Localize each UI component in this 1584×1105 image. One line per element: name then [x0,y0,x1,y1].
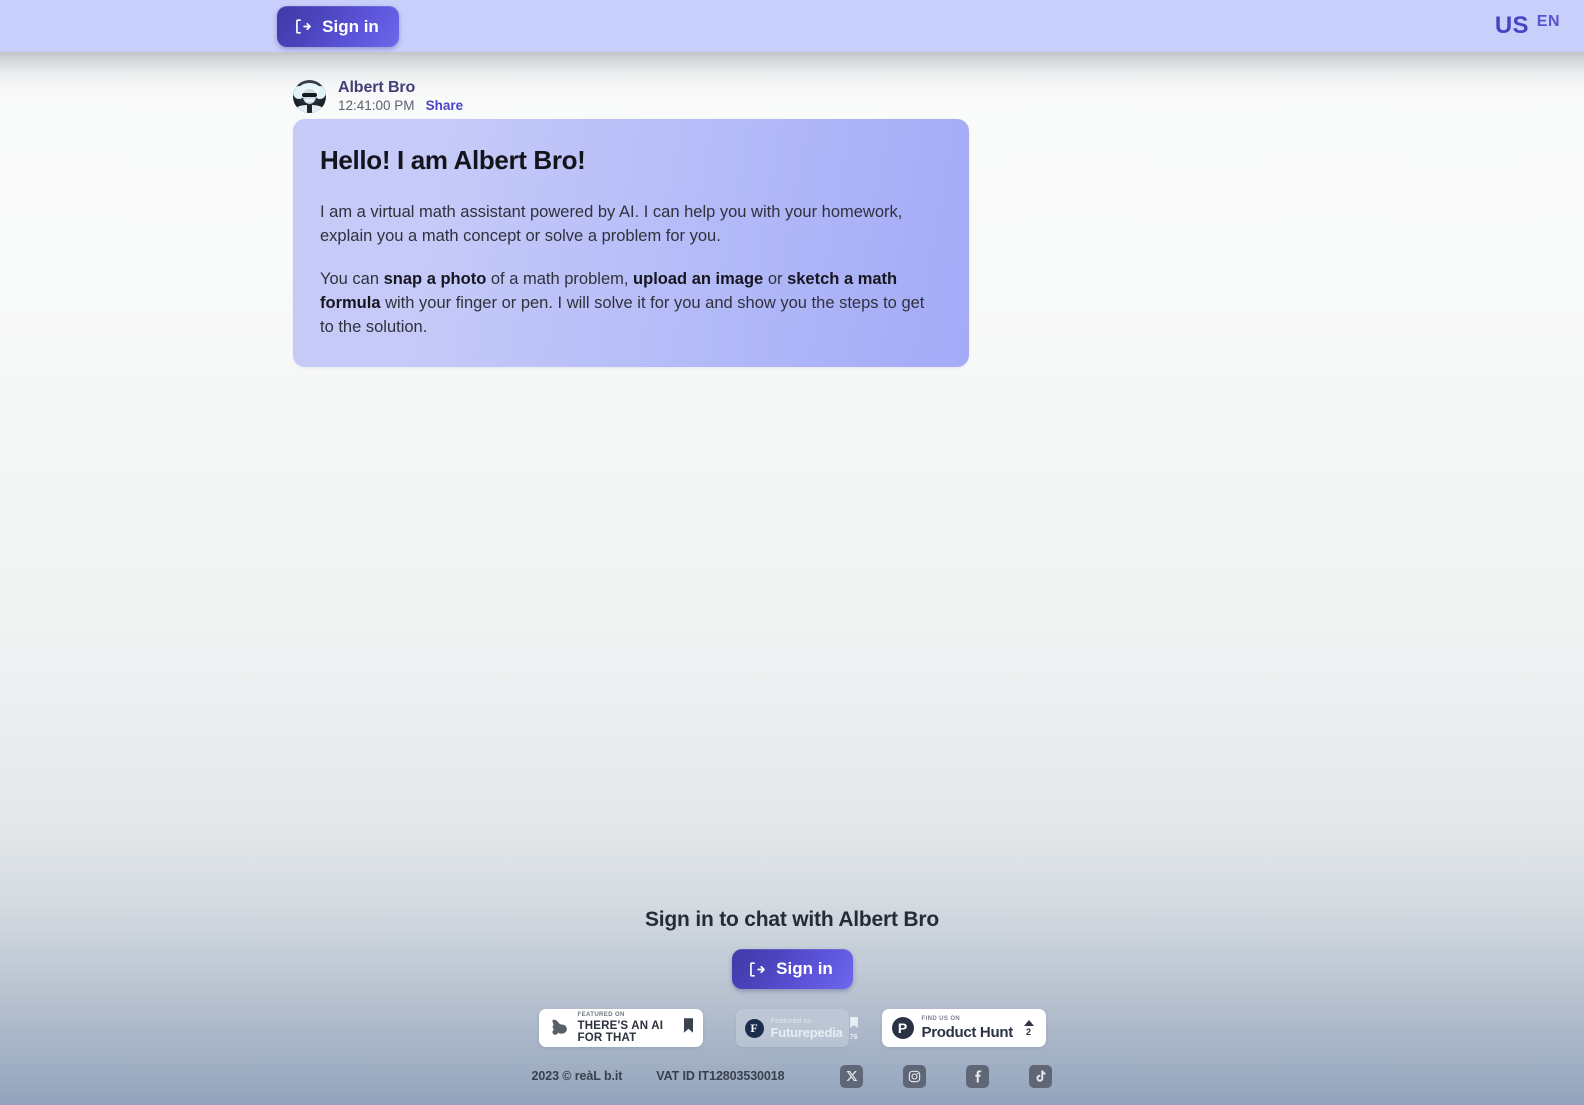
badge-futurepedia[interactable]: F Featured on Futurepedia 76 [735,1009,858,1047]
chat-thread: Albert Bro 12:41:00 PM Share Hello! I am… [293,76,969,367]
bookmark-icon [683,1018,693,1038]
facebook-icon[interactable] [966,1064,990,1088]
message-timestamp: 12:41:00 PM [338,98,415,113]
share-link[interactable]: Share [426,98,464,113]
badge-taaft-text: FEATURED ON THERE'S AN AI FOR THAT [578,1012,676,1044]
copyright-text: 2023 © reàL b.it [531,1069,623,1083]
language-code[interactable]: EN [1537,13,1560,31]
badge-taaft-kicker: FEATURED ON [577,1012,625,1018]
bottom-signin-title: Sign in to chat with Albert Bro [644,908,939,931]
bottom-signin-section: Sign in to chat with Albert Bro Sign in … [0,908,1584,1105]
badge-product-hunt[interactable]: P FIND US ON Product Hunt 2 [881,1009,1046,1047]
futurepedia-f-icon: F [744,1018,764,1038]
top-header-bar: Sign in US EN [0,0,1584,52]
footer: 2023 © reàL b.it VAT ID IT12803530018 [0,1061,1584,1091]
badge-theres-an-ai-for-that[interactable]: FEATURED ON THERE'S AN AI FOR THAT [538,1009,703,1047]
avatar-sunglasses [302,92,317,97]
badge-row: FEATURED ON THERE'S AN AI FOR THAT F Fea… [538,1009,1046,1047]
p2-seg2: of a math problem, [486,270,634,288]
signin-button-bottom[interactable]: Sign in [731,949,853,989]
p2-seg3: or [763,270,788,288]
avatar-tie [307,104,312,113]
badge-futurepedia-count: 76 [849,1015,858,1041]
logout-arrow-icon [293,17,312,36]
upvote-triangle-icon [1023,1019,1034,1026]
badge-futurepedia-kicker: Featured on [770,1015,813,1025]
albert-bro-avatar [293,79,326,113]
signin-button-header-label: Sign in [322,16,379,36]
message-paragraph-2: You can snap a photo of a math problem, … [320,267,942,339]
message-author: Albert Bro [338,79,416,96]
badge-product-hunt-kicker: FIND US ON [921,1016,961,1022]
message-meta: Albert Bro 12:41:00 PM Share [338,79,463,113]
logout-arrow-icon [747,960,766,979]
badge-futurepedia-text: Featured on Futurepedia [771,1017,843,1040]
badge-futurepedia-name: Futurepedia [770,1025,843,1041]
assistant-message-bubble: Hello! I am Albert Bro! I am a virtual m… [293,119,969,367]
badge-product-hunt-text: FIND US ON Product Hunt [921,1016,1014,1041]
p2-bold-upload-an-image: upload an image [633,270,764,288]
social-links [840,1064,1053,1088]
badge-product-hunt-count-value: 2 [1025,1026,1031,1037]
product-hunt-p-icon: P [891,1017,914,1039]
badge-product-hunt-name: Product Hunt [921,1024,1014,1041]
avatar-moustache [305,98,314,102]
badge-futurepedia-count-value: 76 [849,1034,858,1041]
p2-seg1: You can [320,270,384,288]
locale-selector[interactable]: US EN [1495,0,1560,52]
tiktok-icon[interactable] [1029,1064,1053,1088]
vat-id-text: VAT ID IT12803530018 [656,1069,785,1083]
p2-bold-snap-a-photo: snap a photo [383,270,487,288]
bookmark-icon [849,1015,858,1033]
message-header: Albert Bro 12:41:00 PM Share [293,76,969,116]
badge-product-hunt-count: 2 [1023,1019,1034,1037]
flexed-bicep-icon [550,1016,570,1040]
message-paragraph-1: I am a virtual math assistant powered by… [320,203,903,245]
badge-taaft-name: THERE'S AN AI FOR THAT [577,1020,664,1044]
message-subline: 12:41:00 PM Share [338,98,463,113]
instagram-icon[interactable] [903,1064,927,1088]
x-twitter-icon[interactable] [840,1064,864,1088]
message-title: Hello! I am Albert Bro! [320,145,586,175]
country-code[interactable]: US [1495,12,1529,40]
p2-seg4: with your finger or pen. I will solve it… [320,294,925,336]
signin-button-bottom-label: Sign in [776,959,833,978]
signin-button-header[interactable]: Sign in [277,6,399,47]
